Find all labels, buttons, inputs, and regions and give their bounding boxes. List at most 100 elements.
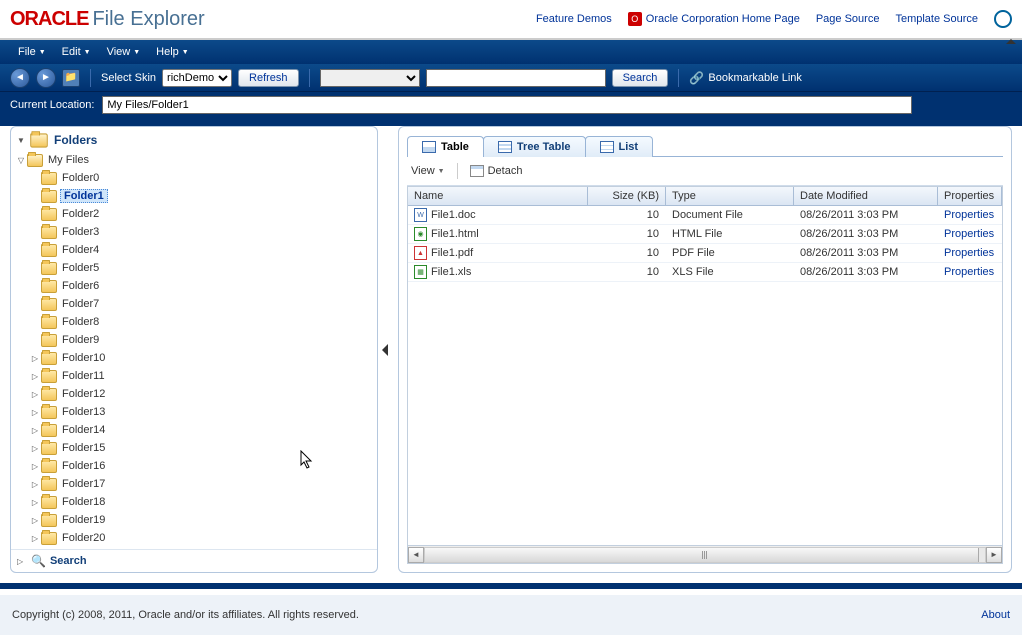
tree-folder[interactable]: Folder3	[13, 223, 375, 241]
folder-tree[interactable]: ▽ My Files Folder0Folder1Folder2Folder3F…	[11, 151, 377, 550]
folder-icon	[41, 424, 57, 437]
scroll-right-button[interactable]: ►	[986, 547, 1002, 563]
tree-toggle-icon[interactable]: ▷	[29, 534, 41, 543]
tree-toggle-icon[interactable]: ▷	[29, 372, 41, 381]
grid-body[interactable]: WFile1.doc10Document File08/26/2011 3:03…	[408, 206, 1002, 545]
tree-folder[interactable]: Folder1	[13, 187, 375, 205]
tree-folder[interactable]: ▷Folder10	[13, 349, 375, 367]
table-row[interactable]: ▦File1.xls10XLS File08/26/2011 3:03 PMPr…	[408, 263, 1002, 282]
tree-folder[interactable]: ▷Folder13	[13, 403, 375, 421]
table-row[interactable]: ▲File1.pdf10PDF File08/26/2011 3:03 PMPr…	[408, 244, 1002, 263]
tree-toggle-icon[interactable]: ▷	[29, 390, 41, 399]
bookmarkable-link[interactable]: 🔗 Bookmarkable Link	[689, 71, 802, 85]
cell-properties-link[interactable]: Properties	[938, 265, 1002, 279]
tree-folder[interactable]: Folder4	[13, 241, 375, 259]
col-name-header[interactable]: Name	[408, 187, 588, 205]
search-button[interactable]: Search	[612, 69, 669, 87]
link-oracle-home[interactable]: OOracle Corporation Home Page	[628, 12, 800, 26]
tree-folder[interactable]: Folder6	[13, 277, 375, 295]
tree-folder[interactable]: ▷Folder12	[13, 385, 375, 403]
tree-folder[interactable]: ▷Folder20	[13, 529, 375, 547]
cell-properties-link[interactable]: Properties	[938, 227, 1002, 241]
view-tabs: Table Tree Table List	[407, 135, 1003, 157]
table-view-menu[interactable]: View▼	[411, 165, 445, 177]
folders-header[interactable]: ▼ Folders	[11, 127, 377, 151]
scroll-left-button[interactable]: ◄	[408, 547, 424, 563]
search-input[interactable]	[426, 69, 606, 87]
tree-root[interactable]: ▽ My Files	[13, 151, 375, 169]
file-name-text: File1.pdf	[431, 247, 473, 259]
horizontal-scrollbar[interactable]: ◄ ►	[408, 545, 1002, 563]
tree-folder[interactable]: Folder0	[13, 169, 375, 187]
splitter-handle-icon[interactable]	[382, 343, 390, 357]
search-section[interactable]: ▷ 🔍 Search	[11, 550, 377, 572]
tree-toggle-icon[interactable]: ▷	[29, 516, 41, 525]
menu-view[interactable]: View▼	[99, 40, 149, 64]
binoculars-icon: 🔍	[31, 554, 46, 568]
tab-table[interactable]: Table	[407, 136, 484, 157]
tree-toggle-icon[interactable]: ▷	[29, 480, 41, 489]
tree-folder[interactable]: ▷Folder19	[13, 511, 375, 529]
menu-edit[interactable]: Edit▼	[54, 40, 99, 64]
menu-help[interactable]: Help▼	[148, 40, 197, 64]
scroll-thumb[interactable]	[425, 548, 979, 562]
dropdown-arrow-icon: ▼	[133, 49, 140, 56]
location-input[interactable]	[102, 96, 912, 114]
collapse-header-icon[interactable]	[1006, 39, 1016, 44]
col-type-header[interactable]: Type	[666, 187, 794, 205]
folder-icon	[41, 262, 57, 275]
cell-properties-link[interactable]: Properties	[938, 246, 1002, 260]
tree-folder[interactable]: Folder7	[13, 295, 375, 313]
tree-toggle-icon[interactable]: ▷	[29, 408, 41, 417]
collapse-icon[interactable]: ▼	[17, 136, 27, 145]
expand-icon[interactable]: ▷	[17, 557, 27, 566]
cell-name: ▲File1.pdf	[408, 245, 588, 261]
tree-toggle-icon[interactable]: ▷	[29, 426, 41, 435]
folder-icon	[41, 478, 57, 491]
tree-toggle-icon[interactable]: ▷	[29, 354, 41, 363]
nav-back-button[interactable]: ◄	[10, 68, 30, 88]
menu-file[interactable]: File▼	[10, 40, 54, 64]
file-xls-icon: ▦	[414, 265, 427, 279]
dropdown-arrow-icon: ▼	[39, 49, 46, 56]
tab-list[interactable]: List	[585, 136, 654, 157]
tree-toggle-icon[interactable]: ▷	[29, 444, 41, 453]
scroll-track[interactable]	[424, 547, 986, 563]
col-size-header[interactable]: Size (KB)	[588, 187, 666, 205]
tree-toggle-icon[interactable]: ▽	[15, 156, 27, 165]
link-page-source[interactable]: Page Source	[816, 13, 880, 25]
tree-folder[interactable]: ▷Folder17	[13, 475, 375, 493]
folder-icon	[41, 370, 57, 383]
link-feature-demos[interactable]: Feature Demos	[536, 13, 612, 25]
tree-folder[interactable]: Folder5	[13, 259, 375, 277]
col-props-header[interactable]: Properties	[938, 187, 1002, 205]
nav-forward-button[interactable]: ►	[36, 68, 56, 88]
table-row[interactable]: WFile1.doc10Document File08/26/2011 3:03…	[408, 206, 1002, 225]
search-category-select[interactable]	[320, 69, 420, 87]
header-links: Feature Demos OOracle Corporation Home P…	[536, 10, 1012, 28]
about-link[interactable]: About	[981, 609, 1010, 621]
tree-toggle-icon[interactable]: ▷	[29, 462, 41, 471]
tree-folder[interactable]: ▷Folder18	[13, 493, 375, 511]
tree-folder[interactable]: Folder2	[13, 205, 375, 223]
tree-folder[interactable]: ▷Folder15	[13, 439, 375, 457]
tree-folder[interactable]: ▷Folder14	[13, 421, 375, 439]
tree-folder[interactable]: ▷Folder16	[13, 457, 375, 475]
tree-folder[interactable]: Folder8	[13, 313, 375, 331]
table-row[interactable]: ◉File1.html10HTML File08/26/2011 3:03 PM…	[408, 225, 1002, 244]
tree-toggle-icon[interactable]: ▷	[29, 498, 41, 507]
tab-tree-table[interactable]: Tree Table	[483, 136, 586, 157]
menu-bar: File▼ Edit▼ View▼ Help▼	[0, 40, 1022, 64]
folder-up-icon: 📁	[65, 72, 77, 83]
cell-type: HTML File	[666, 227, 794, 241]
tree-folder[interactable]: ▷Folder11	[13, 367, 375, 385]
detach-button[interactable]: Detach	[470, 165, 523, 177]
cell-properties-link[interactable]: Properties	[938, 208, 1002, 222]
col-date-header[interactable]: Date Modified	[794, 187, 938, 205]
link-template-source[interactable]: Template Source	[895, 13, 978, 25]
skin-select[interactable]: richDemo	[162, 69, 232, 87]
nav-up-button[interactable]: 📁	[62, 69, 80, 87]
refresh-button[interactable]: Refresh	[238, 69, 299, 87]
tree-folder[interactable]: Folder9	[13, 331, 375, 349]
splitter[interactable]	[384, 126, 392, 573]
